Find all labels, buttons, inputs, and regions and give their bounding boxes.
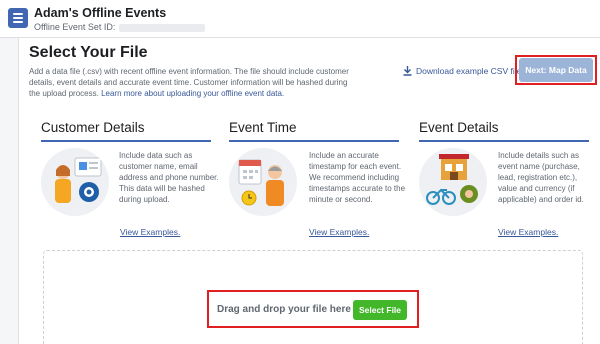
event-time-description: Include an accurate timestamp for each e… <box>309 151 406 204</box>
event-details-illustration <box>419 148 487 216</box>
offline-events-icon <box>8 8 28 28</box>
event-details-view-examples-link[interactable]: View Examples. <box>498 227 558 237</box>
highlight-box-dropzone <box>207 290 419 328</box>
upload-panel: Select Your File Add a data file (.csv) … <box>18 38 600 344</box>
customer-details-description: Include data such as customer name, emai… <box>119 151 219 204</box>
section-title: Select Your File <box>29 44 148 61</box>
download-csv-link[interactable]: Download example CSV file <box>403 66 521 76</box>
redacted-id <box>119 23 206 32</box>
learn-more-link[interactable]: Learn more about uploading your offline … <box>101 89 284 98</box>
event-set-id-label: Offline Event Set ID: <box>34 22 206 32</box>
event-time-rule <box>229 140 399 142</box>
highlight-box-next <box>515 55 597 85</box>
customer-details-rule <box>41 140 211 142</box>
page-title: Adam's Offline Events <box>34 6 167 20</box>
customer-illustration <box>41 148 109 216</box>
intro-text: Add a data file (.csv) with recent offli… <box>29 67 349 98</box>
event-details-description: Include details such as event name (purc… <box>498 151 584 204</box>
event-details-title: Event Details <box>419 120 499 135</box>
customer-details-title: Customer Details <box>41 120 145 135</box>
event-time-illustration <box>229 148 297 216</box>
download-icon <box>403 66 412 76</box>
customer-view-examples-link[interactable]: View Examples. <box>120 227 180 237</box>
event-time-title: Event Time <box>229 120 297 135</box>
event-details-rule <box>419 140 589 142</box>
top-bar: Adam's Offline Events Offline Event Set … <box>0 0 600 38</box>
event-time-view-examples-link[interactable]: View Examples. <box>309 227 369 237</box>
